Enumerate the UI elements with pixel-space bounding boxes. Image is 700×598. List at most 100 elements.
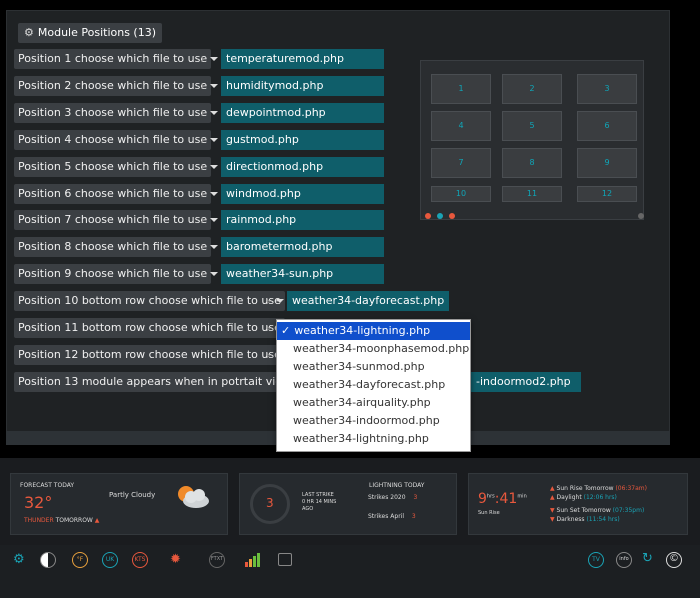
module-positions-title[interactable]: ⚙ Module Positions (13) [18,23,163,43]
checkmark-icon: ✓ [281,324,291,337]
strikes-month: Strikes April 3 [368,513,416,520]
sunset-arrow-icon: ▼ [550,507,555,514]
dropdown-option[interactable]: weather34-indoormod.php [277,412,470,430]
select-toggle[interactable]: › [200,130,218,150]
theme-toggle-icon[interactable] [40,552,56,568]
select-toggle[interactable]: › [200,210,218,230]
chevron-right-icon: › [200,213,205,228]
signal-bars-icon[interactable] [245,552,261,567]
darkness-row: ▼ Darkness (11:54 hrs) [550,516,620,523]
position-label: Position 12 bottom row choose which file… [14,344,285,365]
select-toggle[interactable]: › [200,76,218,96]
daylight-value: (12:06 hrs) [583,494,617,501]
dropdown-option[interactable]: weather34-moonphasemod.php [277,340,470,358]
daylight-hours: 9 [478,491,487,507]
position-label: Position 4 choose which file to use [14,129,212,150]
position-file-select[interactable]: temperaturemod.php [221,49,384,69]
sunrise-label: Sun Rise [478,510,500,516]
sunset-tomorrow-value: (07:35pm) [612,507,645,514]
select-toggle[interactable]: › [200,103,218,123]
sun-theme-icon[interactable]: ✹ [170,552,181,567]
min-unit: min [517,493,527,500]
daylight-label: Daylight [556,494,582,501]
position-label: Position 2 choose which file to use [14,75,212,96]
select-toggle[interactable]: › [200,264,218,284]
tv-button[interactable]: TV [588,552,604,568]
strikes-month-label: Strikes April [368,513,404,520]
chevron-right-icon: › [266,294,271,309]
position-file-select[interactable]: gustmod.php [221,129,384,150]
position-file-select[interactable]: rainmod.php [221,210,384,231]
calendar-icon[interactable] [278,553,292,566]
daylight-arrow-icon: ▲ [550,494,555,501]
strikes-month-value: 3 [411,513,416,520]
position-file-select[interactable]: -indoormod2.php [471,371,581,392]
position-file-select[interactable]: barometermod.php [221,237,384,258]
file-select-dropdown[interactable]: ✓ weather34-lightning.php weather34-moonp… [276,319,471,452]
select-toggle[interactable]: › [200,49,218,69]
position-file-select[interactable]: weather34-dayforecast.php [287,291,449,312]
dot-1 [425,213,431,219]
uk-units-button[interactable]: UK [102,552,118,568]
kts-units-button[interactable]: KTS [132,552,148,568]
dropdown-option-selected[interactable]: ✓ weather34-lightning.php [277,322,470,340]
position-file-select[interactable]: dewpointmod.php [221,102,384,123]
select-toggle[interactable]: › [200,157,218,177]
hrs-unit: hrs [486,493,495,500]
select-toggle[interactable]: › [200,237,218,257]
dropdown-option[interactable]: weather34-sunmod.php [277,358,470,376]
dropdown-option[interactable]: weather34-dayforecast.php [277,376,470,394]
panel-title: Module Positions (13) [37,26,157,39]
tomorrow-prefix: THUNDER [24,517,54,524]
select-toggle[interactable]: › [200,184,218,204]
chevron-down-icon [210,218,218,223]
strikes-year-value: 3 [413,494,418,501]
sunrise-tomorrow: ▲ Sun Rise Tomorrow (06:37am) [550,485,647,492]
chevron-down-icon [210,245,218,250]
last-strike-label: LAST STRIKE [302,492,334,498]
darkness-value: (11:54 hrs) [586,516,620,523]
forecast-condition: Partly Cloudy [109,491,156,499]
position-file-select[interactable]: windmod.php [221,183,384,204]
darkness-label: Darkness [556,516,585,523]
sunrise-arrow-icon: ▲ [550,485,555,492]
select-toggle[interactable]: › [266,291,284,311]
last-strike-value: 0 HR 14 MINS [302,499,337,505]
info-button[interactable]: info [616,552,632,568]
refresh-icon[interactable]: ↻ [642,551,653,566]
chevron-right-icon: › [200,105,205,120]
warning-icon: ▲ [94,517,100,524]
preview-cell-2: 2 [502,74,562,104]
position-file-select[interactable]: directionmod.php [221,156,384,177]
position-file-select[interactable]: weather34-sun.php [221,264,384,285]
last-strike-ago: AGO [302,506,314,512]
chevron-down-icon [276,299,284,304]
copyright-icon[interactable]: © [666,552,682,568]
dropdown-option[interactable]: weather34-lightning.php [277,430,470,448]
chevron-right-icon: › [200,186,205,201]
preview-cell-11: 11 [502,186,562,202]
position-label: Position 5 choose which file to use [14,156,212,177]
forecast-tomorrow: THUNDER TOMORROW ▲ [24,517,99,524]
position-label: Position 13 module appears when in potrt… [14,371,284,392]
daylight-row: ▲ Daylight (12:06 hrs) [550,494,617,501]
fahrenheit-button[interactable]: °F [72,552,88,568]
preview-cell-4: 4 [431,111,491,141]
position-file-select[interactable]: humiditymod.php [221,75,384,96]
sunrise-tomorrow-value: (06:37am) [615,485,647,492]
position-label: Position 8 choose which file to use [14,237,212,258]
sunset-tomorrow: ▼ Sun Set Tomorrow (07:35pm) [550,507,644,514]
dropdown-option[interactable]: weather34-airquality.php [277,394,470,412]
forecast-text-button[interactable]: FTXT [209,552,225,568]
position-label: Position 10 bottom row choose which file… [14,291,285,312]
position-label: Position 9 choose which file to use [14,264,212,285]
chevron-right-icon: › [200,78,205,93]
chevron-right-icon: › [200,159,205,174]
chevron-down-icon [210,272,218,277]
preview-cell-6: 6 [577,111,637,141]
chevron-right-icon: › [200,267,205,282]
settings-gear-icon[interactable]: ⚙ [13,552,25,567]
preview-cell-8: 8 [502,148,562,178]
gear-icon: ⚙ [24,26,34,39]
dropdown-option-selected-label: weather34-lightning.php [294,324,431,337]
